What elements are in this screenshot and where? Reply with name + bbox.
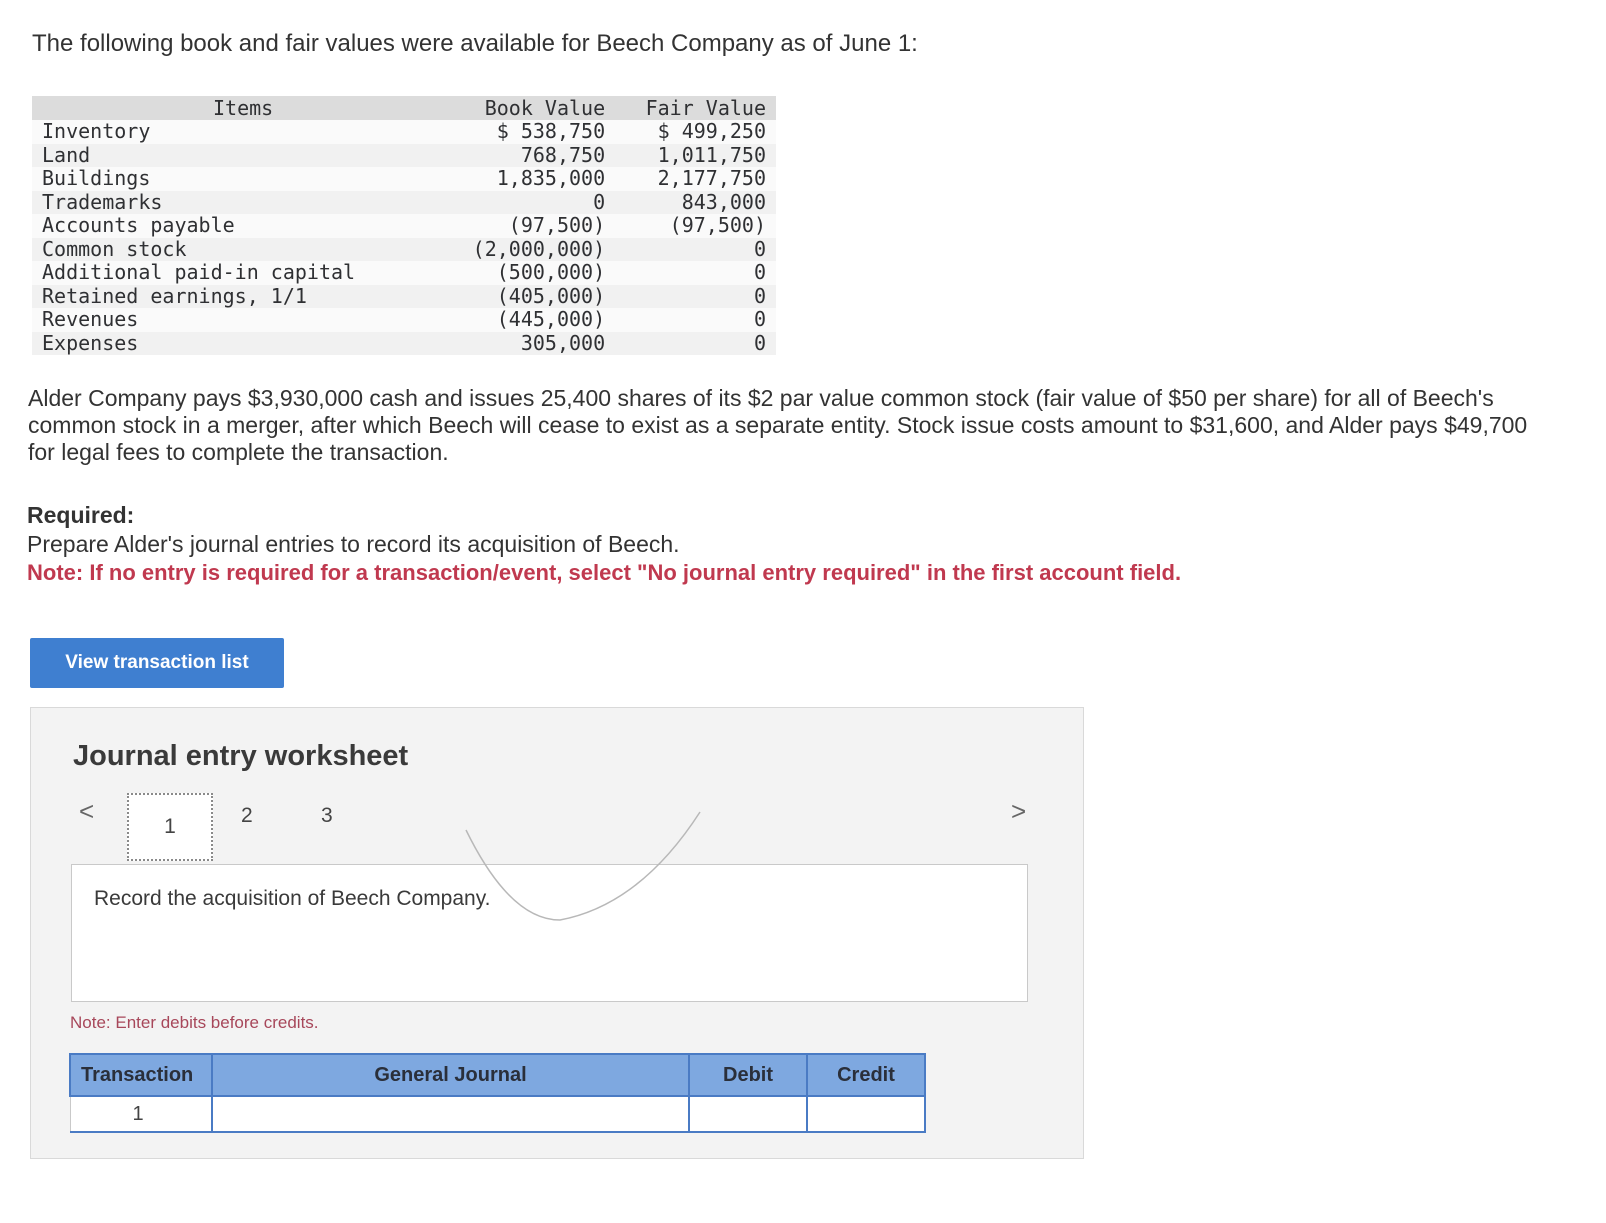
journal-row: 1 — [69, 1096, 926, 1133]
fair-value: $ 499,250 — [615, 119, 776, 144]
debits-note: Note: Enter debits before credits. — [70, 1013, 319, 1032]
book-value: 305,000 — [454, 331, 616, 355]
fair-value: 843,000 — [615, 190, 776, 214]
item-name: Revenues — [32, 307, 455, 332]
item-name: Buildings — [32, 166, 455, 191]
table-row: Revenues (445,000) 0 — [32, 307, 776, 332]
col-transaction: Transaction — [69, 1053, 213, 1097]
record-instruction: Record the acquisition of Beech Company. — [94, 887, 491, 910]
book-value: (97,500) — [454, 213, 616, 238]
page-tab-3[interactable]: 3 — [321, 804, 333, 828]
table-row: Buildings 1,835,000 2,177,750 — [32, 166, 776, 191]
journal-entry-worksheet: Journal entry worksheet < 1 2 3 > Record… — [30, 707, 1084, 1159]
worksheet-title: Journal entry worksheet — [73, 740, 409, 772]
page-tab-2[interactable]: 2 — [241, 804, 253, 828]
page-tab-1[interactable]: 1 — [127, 793, 213, 861]
fair-value: 1,011,750 — [615, 143, 776, 167]
item-name: Accounts payable — [32, 213, 455, 238]
credit-field[interactable] — [806, 1096, 926, 1133]
book-value: (2,000,000) — [454, 237, 616, 261]
table-row: Expenses 305,000 0 — [32, 331, 776, 355]
journal-table: Transaction General Journal Debit Credit… — [69, 1053, 926, 1133]
view-transaction-list-button[interactable]: View transaction list — [30, 638, 284, 688]
col-debit: Debit — [688, 1053, 808, 1097]
book-value: (445,000) — [454, 307, 616, 332]
item-name: Expenses — [32, 331, 455, 355]
item-name: Trademarks — [32, 190, 455, 214]
required-text: Prepare Alder's journal entries to recor… — [27, 531, 680, 557]
table-row: Land 768,750 1,011,750 — [32, 143, 776, 167]
table-row: Inventory $ 538,750 $ 499,250 — [32, 119, 776, 144]
values-table-header: Items Book Value Fair Value — [32, 96, 776, 120]
table-row: Accounts payable (97,500) (97,500) — [32, 213, 776, 238]
fair-value: (97,500) — [615, 213, 776, 238]
debit-field[interactable] — [688, 1096, 808, 1133]
header-items: Items — [32, 96, 455, 120]
item-name: Inventory — [32, 119, 455, 144]
table-row: Retained earnings, 1/1 (405,000) 0 — [32, 284, 776, 308]
book-value: $ 538,750 — [454, 119, 616, 144]
fair-value: 2,177,750 — [615, 166, 776, 191]
values-table: Items Book Value Fair Value Inventory $ … — [32, 96, 776, 355]
table-row: Trademarks 0 843,000 — [32, 190, 776, 214]
transaction-number: 1 — [69, 1096, 213, 1133]
table-row: Common stock (2,000,000) 0 — [32, 237, 776, 261]
book-value: 1,835,000 — [454, 166, 616, 191]
fair-value: 0 — [615, 331, 776, 355]
prev-page-icon[interactable]: < — [79, 796, 94, 827]
item-name: Land — [32, 143, 455, 167]
intro-text: The following book and fair values were … — [32, 30, 918, 57]
required-note: Note: If no entry is required for a tran… — [27, 560, 1182, 585]
journal-header-row: Transaction General Journal Debit Credit — [69, 1053, 926, 1097]
item-name: Retained earnings, 1/1 — [32, 284, 455, 308]
record-instruction-box: Record the acquisition of Beech Company. — [71, 864, 1028, 1002]
col-credit: Credit — [806, 1053, 926, 1097]
required-heading: Required: — [27, 502, 135, 528]
book-value: (500,000) — [454, 260, 616, 285]
header-fair-value: Fair Value — [615, 96, 776, 120]
fair-value: 0 — [615, 237, 776, 261]
problem-description: Alder Company pays $3,930,000 cash and i… — [28, 385, 1528, 465]
next-page-icon[interactable]: > — [1011, 796, 1026, 827]
fair-value: 0 — [615, 260, 776, 285]
general-journal-account-field[interactable] — [211, 1096, 690, 1133]
header-book-value: Book Value — [454, 96, 616, 120]
item-name: Additional paid-in capital — [32, 260, 455, 285]
book-value: 0 — [454, 190, 616, 214]
table-row: Additional paid-in capital (500,000) 0 — [32, 260, 776, 285]
book-value: 768,750 — [454, 143, 616, 167]
fair-value: 0 — [615, 307, 776, 332]
fair-value: 0 — [615, 284, 776, 308]
item-name: Common stock — [32, 237, 455, 261]
col-general-journal: General Journal — [211, 1053, 690, 1097]
book-value: (405,000) — [454, 284, 616, 308]
